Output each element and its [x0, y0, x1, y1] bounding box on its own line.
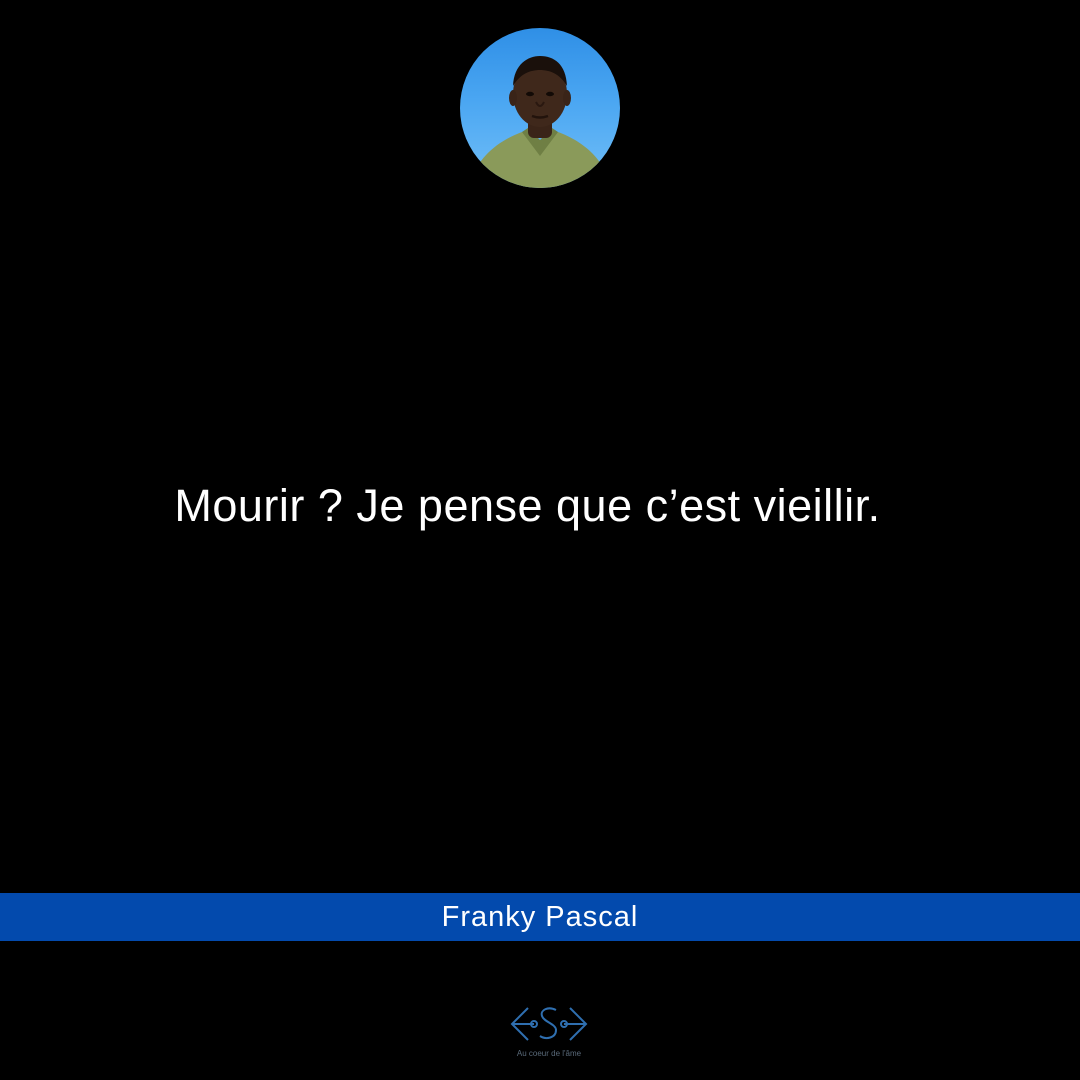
avatar-portrait-icon	[470, 56, 610, 188]
quote-text: Mourir ? Je pense que c’est vieillir.	[174, 480, 881, 531]
author-avatar	[460, 28, 620, 188]
author-name: Franky Pascal	[441, 901, 639, 933]
brand-logo: Au coeur de l'âme	[504, 998, 594, 1064]
pen-nib-logo-icon	[510, 1007, 588, 1041]
logo-caption: Au coeur de l'âme	[516, 1049, 582, 1058]
author-band: Franky Pascal	[0, 893, 1080, 941]
